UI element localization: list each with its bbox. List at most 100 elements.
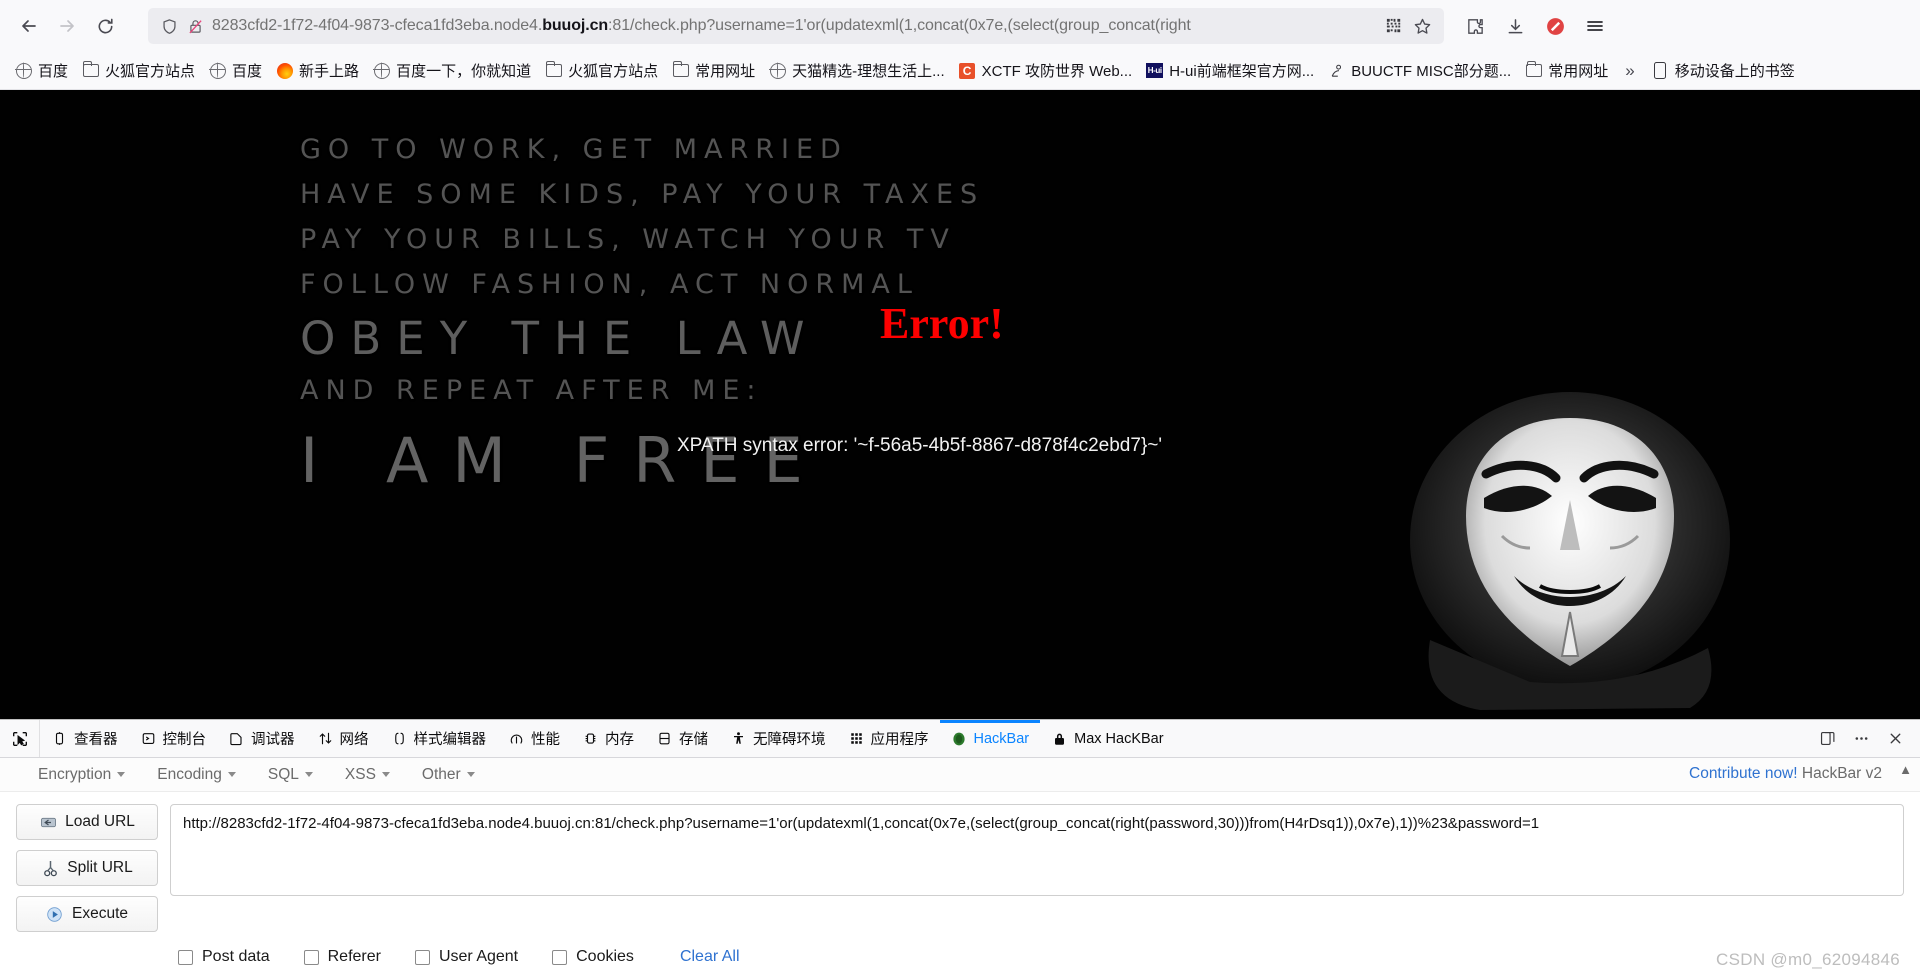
tab-debugger[interactable]: 调试器 <box>217 720 306 757</box>
bookmark-item[interactable]: C XCTF 攻防世界 Web... <box>952 57 1140 84</box>
mobile-bookmarks-item[interactable]: 移动设备上的书签 <box>1645 57 1802 84</box>
user-agent-checkbox[interactable]: User Agent <box>414 948 519 966</box>
bookmark-label: H-ui前端框架官方网... <box>1169 63 1315 80</box>
accessibility-icon <box>730 730 747 747</box>
chevron-down-icon <box>381 772 390 777</box>
mobile-icon <box>1652 62 1669 79</box>
tab-max-hackbar[interactable]: Max HacKBar <box>1040 720 1174 757</box>
execute-button[interactable]: Execute <box>16 896 158 932</box>
bookmark-item[interactable]: 百度一下，你就知道 <box>366 57 538 84</box>
checkbox-box[interactable] <box>178 949 193 965</box>
graffiti-line: GO TO WORK, GET MARRIED <box>300 134 848 165</box>
bookmark-label: BUUCTF MISC部分题... <box>1351 63 1512 80</box>
bookmark-item[interactable]: 新手上路 <box>269 57 366 84</box>
close-icon[interactable] <box>1880 724 1910 754</box>
tab-hackbar[interactable]: HackBar <box>939 720 1041 757</box>
dock-panel-icon[interactable] <box>1812 724 1842 754</box>
checkbox-label: User Agent <box>438 948 519 965</box>
menu-label: SQL <box>267 765 299 783</box>
person-icon <box>1328 62 1345 79</box>
contribute-link[interactable]: Contribute now! <box>1689 765 1798 782</box>
bookmark-item[interactable]: 火狐官方站点 <box>538 57 665 84</box>
bookmark-item[interactable]: H-ui H-ui前端框架官方网... <box>1139 57 1321 84</box>
load-url-icon <box>39 813 57 831</box>
globe-icon <box>769 62 786 79</box>
extensions-puzzle-icon[interactable] <box>1456 7 1494 45</box>
tab-label: 样式编辑器 <box>413 732 487 748</box>
bookmark-item[interactable]: BUUCTF MISC部分题... <box>1321 57 1518 84</box>
url-display[interactable]: 8283cfd2-1f72-4f04-9873-cfeca1fd3eba.nod… <box>212 17 1380 35</box>
lock-icon <box>1051 730 1068 747</box>
folder-icon <box>672 60 689 79</box>
bookmark-item[interactable]: 火狐官方站点 <box>75 57 202 84</box>
tab-application[interactable]: 应用程序 <box>837 720 940 757</box>
bookmark-label: XCTF 攻防世界 Web... <box>981 63 1133 80</box>
tab-console[interactable]: 控制台 <box>129 720 218 757</box>
url-textarea[interactable] <box>170 804 1904 896</box>
tab-storage[interactable]: 存储 <box>645 720 719 757</box>
post-data-checkbox[interactable]: Post data <box>178 948 270 966</box>
bookmark-label: 火狐官方站点 <box>568 63 659 80</box>
graffiti-subline: AND REPEAT AFTER ME: <box>300 375 763 406</box>
devtools-actions <box>1812 720 1920 757</box>
tab-label: 无障碍环境 <box>753 732 826 748</box>
clear-all-link[interactable]: Clear All <box>680 948 740 966</box>
hamburger-menu-icon[interactable] <box>1576 7 1614 45</box>
cookies-checkbox[interactable]: Cookies <box>552 948 634 966</box>
bookmark-item[interactable]: 百度 <box>8 57 75 84</box>
address-bar[interactable]: 8283cfd2-1f72-4f04-9873-cfeca1fd3eba.nod… <box>148 8 1444 44</box>
forward-button[interactable] <box>48 7 86 45</box>
menu-xss[interactable]: XSS <box>329 766 406 784</box>
bookmark-item[interactable]: 常用网址 <box>1518 57 1615 84</box>
menu-encryption[interactable]: Encryption <box>22 766 141 784</box>
tab-memory[interactable]: 内存 <box>571 720 645 757</box>
tab-accessibility[interactable]: 无障碍环境 <box>719 720 837 757</box>
menu-encoding[interactable]: Encoding <box>141 766 252 784</box>
bookmark-item[interactable]: 百度 <box>202 57 269 84</box>
folder-icon <box>82 60 99 79</box>
bookmark-item[interactable]: 常用网址 <box>665 57 762 84</box>
referer-checkbox[interactable]: Referer <box>303 948 381 966</box>
adblock-icon[interactable] <box>1536 7 1574 45</box>
tab-label: 控制台 <box>162 732 207 748</box>
element-picker-icon[interactable] <box>0 720 40 757</box>
split-url-button[interactable]: Split URL <box>16 850 158 886</box>
style-editor-icon <box>391 730 408 747</box>
tab-style-editor[interactable]: 样式编辑器 <box>380 720 498 757</box>
hackbar-buttons: Load URL Split URL Execute <box>16 804 158 932</box>
bookmark-star-icon[interactable] <box>1408 12 1436 40</box>
bookmarks-toolbar: 百度 火狐官方站点 百度 新手上路 百度一下，你就知道 火狐官方站点 常用网址 … <box>0 52 1920 90</box>
chevron-double-right-icon[interactable]: » <box>1615 59 1644 83</box>
qr-code-icon[interactable] <box>1380 12 1408 40</box>
more-options-icon[interactable] <box>1846 724 1876 754</box>
tab-network[interactable]: 网络 <box>306 720 380 757</box>
chevron-up-icon[interactable]: ▲ <box>1899 762 1912 777</box>
watermark: CSDN @m0_62094846 <box>1716 950 1900 969</box>
menu-sql[interactable]: SQL <box>252 766 329 784</box>
shield-icon[interactable] <box>156 13 182 39</box>
chevron-down-icon <box>466 772 475 777</box>
reload-button[interactable] <box>86 7 124 45</box>
button-label: Split URL <box>67 859 133 876</box>
downloads-icon[interactable] <box>1496 7 1534 45</box>
bookmark-item[interactable]: 天猫精选-理想生活上... <box>762 57 952 84</box>
tab-label: Max HacKBar <box>1074 730 1164 747</box>
load-url-button[interactable]: Load URL <box>16 804 158 840</box>
bookmark-label: 移动设备上的书签 <box>1674 63 1795 80</box>
checkbox-box[interactable] <box>552 949 568 965</box>
hui-icon: H-ui <box>1146 62 1164 79</box>
checkbox-box[interactable] <box>303 949 319 965</box>
insecure-lock-icon[interactable] <box>182 13 208 39</box>
devtools-tabbar: 查看器 控制台 调试器 网络 样式编辑器 性能 内存 存储 无障碍环境 应用程序… <box>0 720 1920 758</box>
tab-inspector[interactable]: 查看器 <box>40 720 129 757</box>
bookmark-label: 百度 <box>232 63 263 80</box>
back-button[interactable] <box>10 7 48 45</box>
checkbox-label: Referer <box>327 948 381 965</box>
tab-performance[interactable]: 性能 <box>497 720 571 757</box>
bookmark-label: 常用网址 <box>695 63 756 80</box>
menu-other[interactable]: Other <box>406 766 491 784</box>
button-label: Load URL <box>65 813 135 830</box>
hackbar-version: HackBar v2 <box>1801 765 1882 782</box>
performance-icon <box>508 730 525 747</box>
checkbox-box[interactable] <box>414 949 430 965</box>
